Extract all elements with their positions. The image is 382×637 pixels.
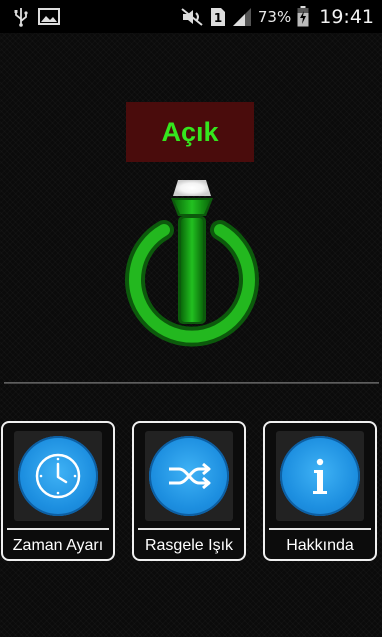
divider — [4, 382, 379, 384]
usb-icon — [14, 7, 28, 27]
status-bar: 1 73% 19:41 — [0, 0, 382, 33]
sim-icon: 1 — [210, 7, 226, 27]
sim-slot-number: 1 — [214, 11, 222, 25]
menu-item-about[interactable]: Hakkında — [263, 421, 377, 561]
image-icon — [38, 8, 60, 25]
menu-item-random-light[interactable]: Rasgele Işık — [132, 421, 246, 561]
menu-item-timer[interactable]: Zaman Ayarı — [1, 421, 115, 561]
flashlight-state-label: Açık — [126, 102, 254, 162]
about-icon-tile — [276, 431, 364, 521]
battery-percent: 73% — [257, 7, 292, 26]
flashlight-state-text: Açık — [161, 116, 219, 147]
card-separator — [138, 528, 240, 530]
power-toggle-button[interactable] — [118, 172, 266, 362]
random-light-icon-tile — [145, 431, 233, 521]
power-flashlight-icon — [125, 180, 259, 347]
battery-charging-icon — [297, 6, 309, 27]
signal-icon — [232, 7, 252, 27]
menu-item-label: Zaman Ayarı — [12, 537, 104, 554]
menu-item-label: Rasgele Işık — [144, 537, 234, 554]
info-icon — [280, 436, 360, 516]
menu-item-label: Hakkında — [286, 537, 354, 554]
timer-icon-tile — [14, 431, 102, 521]
shuffle-icon — [149, 436, 229, 516]
clock-icon — [18, 436, 98, 516]
card-separator — [269, 528, 371, 530]
clock-time: 19:41 — [319, 5, 374, 28]
card-separator — [7, 528, 109, 530]
mute-icon — [180, 7, 204, 27]
